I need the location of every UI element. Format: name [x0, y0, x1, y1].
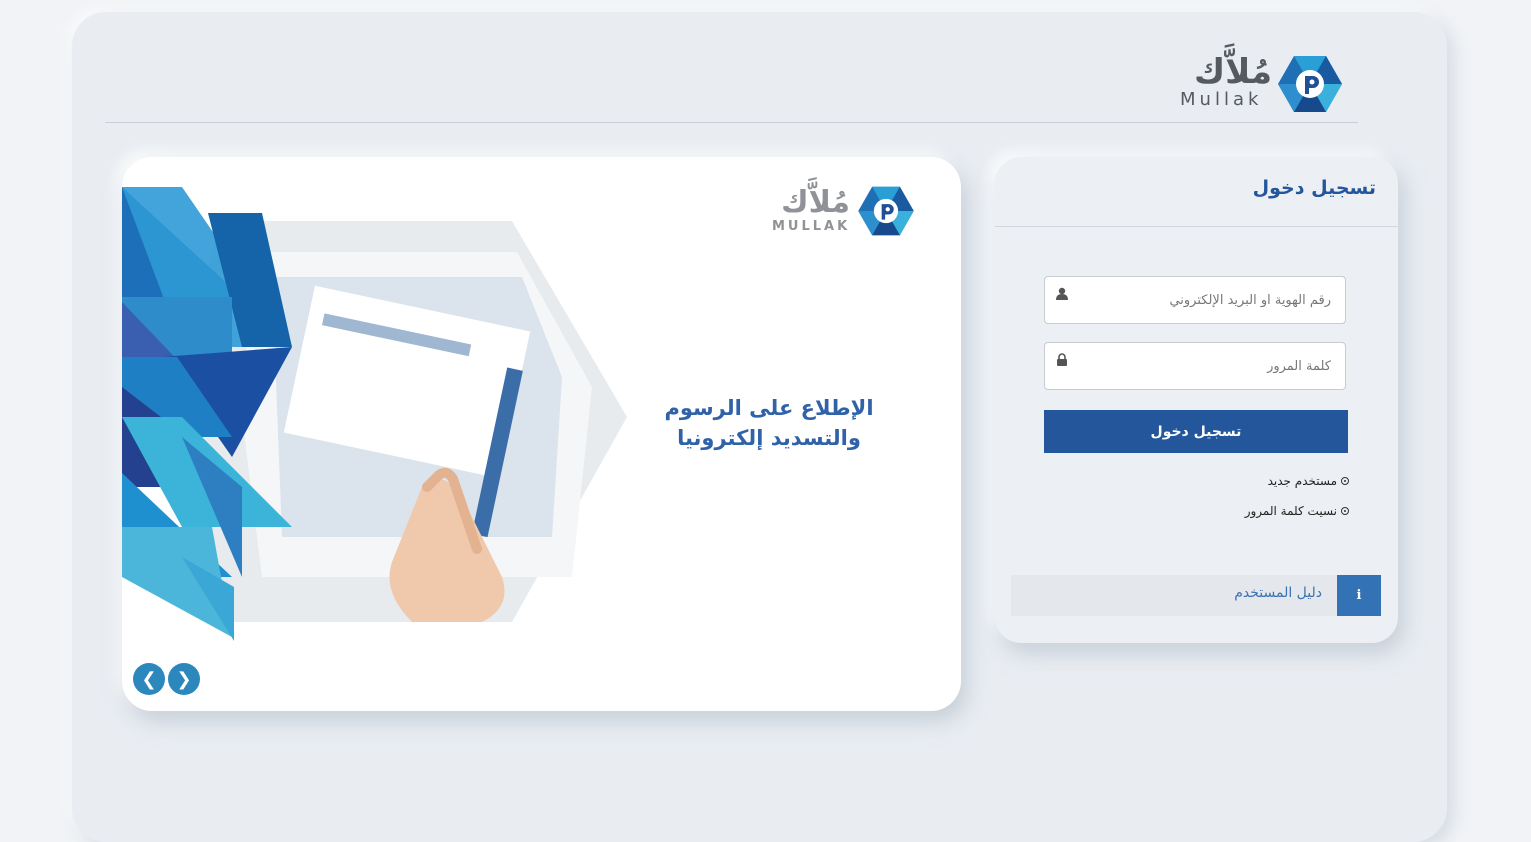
info-button[interactable]: i — [1337, 575, 1381, 616]
header-logo-arabic: مُلاَّك — [1193, 52, 1272, 92]
chevron-left-icon: ❮ — [141, 668, 157, 690]
login-title: تسجيل دخول — [1252, 177, 1376, 199]
user-guide-bar — [1011, 575, 1381, 616]
forgot-password-link[interactable]: نسيت كلمة المرور — [1245, 504, 1349, 518]
login-header: تسجيل دخول — [995, 157, 1398, 227]
username-field — [1044, 276, 1346, 324]
circle-dot-icon — [1341, 507, 1349, 515]
info-icon: i — [1356, 588, 1362, 603]
promo-slider: مُلاَّك MULLAK الإطلاع على الرسوم والتسد… — [122, 157, 961, 711]
login-card: تسجيل دخول تسجيل دخول مستخدم جديد نسيت ك… — [995, 157, 1398, 643]
slide-headline: الإطلاع على الرسوم والتسديد إلكترونيا — [662, 393, 876, 453]
slider-prev-button[interactable]: ❮ — [133, 663, 165, 695]
mullak-logo-icon — [1278, 56, 1342, 112]
new-user-link[interactable]: مستخدم جديد — [1268, 474, 1349, 488]
mullak-logo-icon — [858, 186, 914, 236]
slide-logo-arabic: مُلاَّك — [781, 185, 850, 220]
password-field — [1044, 342, 1346, 390]
lock-icon — [1057, 353, 1067, 366]
slide-headline-line1: الإطلاع على الرسوم — [664, 396, 874, 420]
header-divider — [105, 122, 1358, 123]
chevron-right-icon: ❯ — [176, 668, 192, 690]
username-input[interactable] — [1075, 277, 1333, 323]
header-logo-english: Mullak — [1180, 89, 1263, 110]
slide-headline-line2: والتسديد إلكترونيا — [677, 426, 861, 450]
user-guide-link[interactable]: دليل المستخدم — [1234, 585, 1322, 601]
header-logo: مُلاَّك Mullak — [1176, 52, 1346, 116]
circle-dot-icon — [1341, 477, 1349, 485]
slide-logo: مُلاَّك MULLAK — [770, 185, 915, 239]
slide-logo-english: MULLAK — [772, 219, 851, 234]
forgot-password-label: نسيت كلمة المرور — [1244, 504, 1337, 518]
user-icon — [1056, 287, 1068, 300]
login-submit-button[interactable]: تسجيل دخول — [1044, 410, 1348, 453]
slider-next-button[interactable]: ❯ — [168, 663, 200, 695]
password-input[interactable] — [1075, 343, 1333, 389]
new-user-label: مستخدم جديد — [1267, 474, 1337, 488]
